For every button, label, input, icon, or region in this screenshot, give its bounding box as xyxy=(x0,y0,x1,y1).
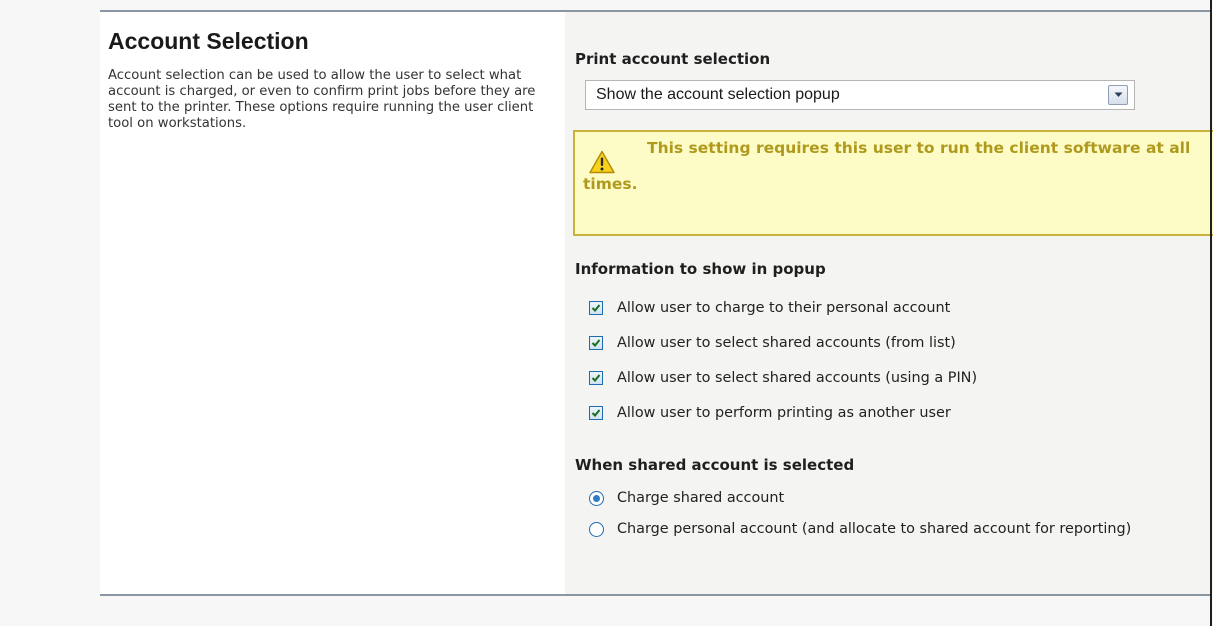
radio-button[interactable] xyxy=(589,522,604,537)
radio-label: Charge personal account (and allocate to… xyxy=(617,521,1132,537)
section-title: Account Selection xyxy=(108,28,309,54)
section-info-column: Account Selection Account selection can … xyxy=(100,12,565,594)
checkbox-label: Allow user to select shared accounts (us… xyxy=(617,370,978,386)
checkbox[interactable] xyxy=(589,371,603,385)
account-selection-panel: Account Selection Account selection can … xyxy=(100,10,1213,596)
radio-button[interactable] xyxy=(589,491,604,506)
dropdown-selected-value: Show the account selection popup xyxy=(596,86,840,103)
warning-text: This setting requires this user to run t… xyxy=(583,139,1191,193)
chevron-down-icon[interactable] xyxy=(1108,85,1128,105)
checkbox-label: Allow user to charge to their personal a… xyxy=(617,300,951,316)
radio-label: Charge shared account xyxy=(617,490,785,506)
checkbox-label: Allow user to select shared accounts (fr… xyxy=(617,335,956,351)
radio-selected-dot xyxy=(593,495,600,502)
checkbox[interactable] xyxy=(589,406,603,420)
checkbox[interactable] xyxy=(589,301,603,315)
print-account-selection-label: Print account selection xyxy=(575,50,771,68)
print-account-selection-dropdown[interactable]: Show the account selection popup xyxy=(585,80,1135,110)
shared-account-label: When shared account is selected xyxy=(575,456,855,474)
window-edge xyxy=(1210,0,1212,626)
popup-info-label: Information to show in popup xyxy=(575,260,826,278)
section-description: Account selection can be used to allow t… xyxy=(108,68,536,131)
settings-column: Print account selection Show the account… xyxy=(565,12,1213,594)
warning-box: This setting requires this user to run t… xyxy=(573,130,1213,236)
checkbox[interactable] xyxy=(589,336,603,350)
checkbox-label: Allow user to perform printing as anothe… xyxy=(617,405,951,421)
page: Account Selection Account selection can … xyxy=(0,0,1213,626)
